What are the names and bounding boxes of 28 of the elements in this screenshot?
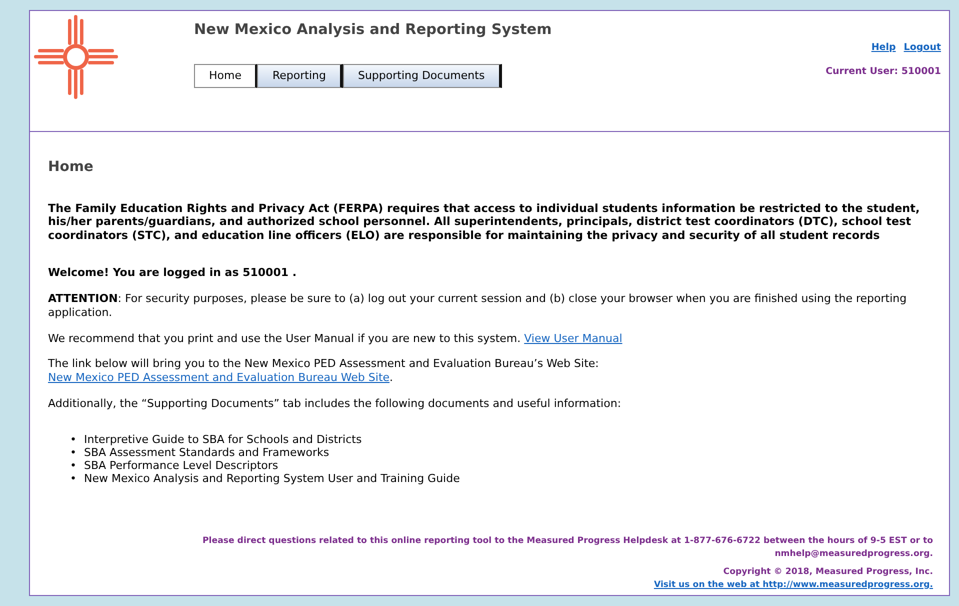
page-heading: Home <box>48 158 94 177</box>
bullet: • <box>70 432 78 446</box>
nav-tab[interactable]: Home <box>194 64 258 88</box>
current-user: Current User: 510001 <box>826 64 941 78</box>
paragraph: The link below will bring you to the New Mexico PED Assessment and Evaluation Bureau’s Web Site: <box>48 357 599 370</box>
nav-tab[interactable]: Reporting <box>257 64 343 88</box>
site-title: New Mexico Analysis and Reporting System <box>194 21 552 40</box>
bullet: • <box>70 458 78 472</box>
user-manual-link[interactable]: View User Manual <box>524 332 622 345</box>
paragraph: We recommend that you print and use the User Manual if you are new to this system. View User Manual <box>48 332 624 346</box>
website-link[interactable]: Visit us on the web at http://www.measuredprogress.org. <box>654 580 933 590</box>
document-item: SBA Performance Level Descriptors <box>84 458 278 472</box>
bullet: • <box>70 472 78 486</box>
paragraph: Additionally, the “Supporting Documents” tab includes the following documents and useful information: <box>48 396 622 411</box>
document-item: New Mexico Analysis and Reporting System User and Training Guide <box>84 472 460 486</box>
privacy-notice: The Family Education Rights and Privacy Act (FERPA) requires that access to individual students information be restricted to the student, his/her parents/guardians, and authorized school personnel. All superintendents, principals, district test coordinators (DTC), school test coordinators (STC), and education line officers (ELO) are responsible for maintaining the privacy and security of all student records <box>48 202 921 242</box>
bullet: • <box>70 446 78 459</box>
paragraph: ATTENTION: For security purposes, please be sure to (a) log out your current session and (b) close your browser when you are finished using the reporting application. <box>48 292 908 320</box>
web-site-link[interactable]: New Mexico PED Assessment and Evaluation Bureau Web Site <box>48 371 390 384</box>
nav-tab[interactable]: Supporting Documents <box>342 64 502 88</box>
document-item: SBA Assessment Standards and Frameworks <box>84 446 330 459</box>
punctuation: . <box>390 371 394 384</box>
copyright: Copyright © 2018, Measured Progress, Inc. <box>722 566 933 579</box>
helpdesk-notice: Please direct questions related to this online reporting tool to the Measured Progress Helpdesk at 1-877-676-6722 between the hours of 9-5 EST or to nmhelp@measuredprogress.org. <box>202 535 933 560</box>
header-link[interactable]: Logout <box>904 42 941 53</box>
document-item: Interpretive Guide to SBA for Schools and Districts <box>84 432 362 446</box>
header-link[interactable]: Help <box>871 42 896 53</box>
welcome-message: Welcome! You are logged in as 510001 . <box>48 266 298 280</box>
